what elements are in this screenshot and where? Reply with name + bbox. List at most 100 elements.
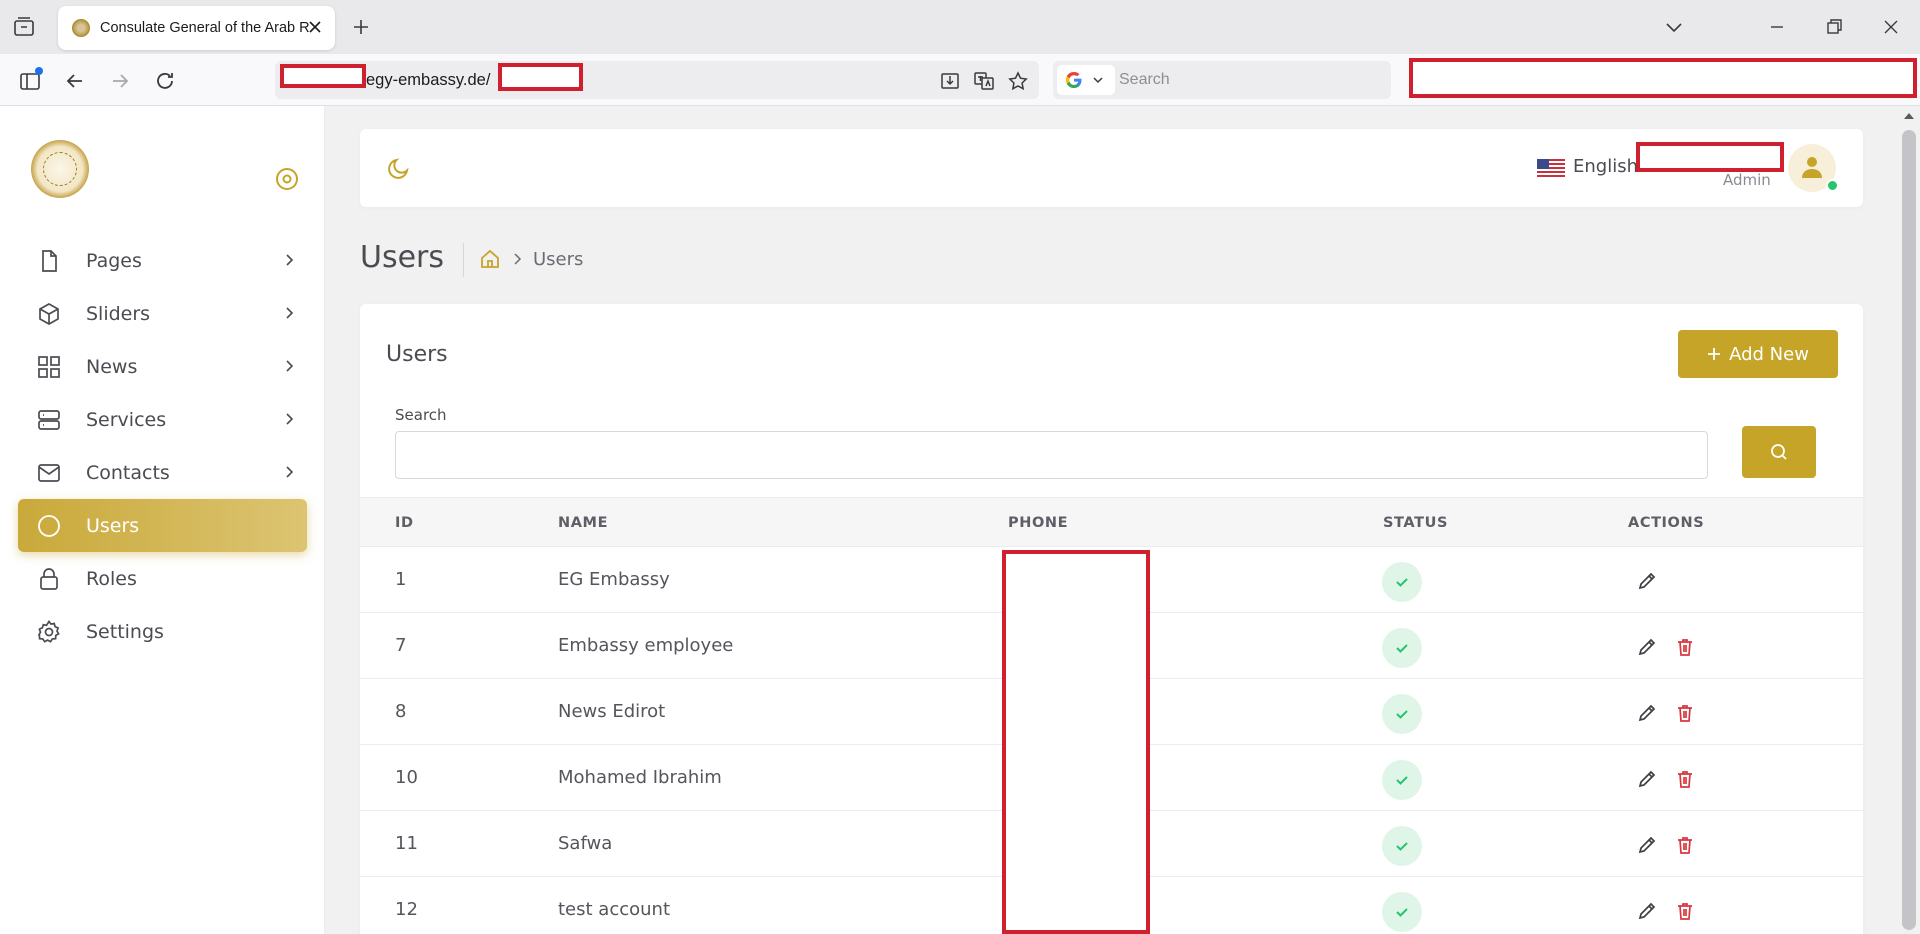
edit-pencil-icon[interactable]	[1636, 702, 1658, 724]
delete-trash-icon[interactable]	[1674, 900, 1696, 922]
chevron-right-icon	[286, 413, 294, 425]
cell-id: 7	[395, 635, 407, 656]
status-active-badge[interactable]	[1382, 760, 1422, 800]
search-icon	[1771, 444, 1787, 460]
tab-title: Consulate General of the Arab Republic o…	[100, 20, 310, 36]
check-icon	[1396, 578, 1408, 587]
cell-name: News Edirot	[558, 701, 666, 722]
edit-pencil-icon[interactable]	[1636, 900, 1658, 922]
box-icon	[39, 302, 59, 325]
sidebar-item-label: Contacts	[86, 461, 170, 484]
page-scrollbar[interactable]	[1898, 106, 1920, 934]
edit-pencil-icon[interactable]	[1636, 636, 1658, 658]
sidebar-item-services[interactable]: Services	[18, 393, 307, 446]
restore-icon[interactable]	[1823, 16, 1845, 38]
search-placeholder: Search	[1119, 71, 1170, 88]
sidebar-item-sliders[interactable]: Sliders	[18, 287, 307, 340]
new-tab-icon[interactable]	[350, 16, 372, 38]
notification-dot	[35, 67, 43, 75]
translate-icon[interactable]	[973, 70, 995, 92]
cell-name: Safwa	[558, 833, 613, 854]
chevron-right-icon	[286, 466, 294, 478]
sidebar-item-settings[interactable]: Settings	[18, 605, 307, 658]
delete-trash-icon[interactable]	[1674, 636, 1696, 658]
sidebar-item-news[interactable]: News	[18, 340, 307, 393]
chevron-right-icon	[286, 254, 294, 266]
delete-trash-icon[interactable]	[1674, 768, 1696, 790]
address-bar[interactable]: egy-embassy.de/	[275, 61, 1039, 99]
breadcrumb-chevron-icon	[514, 253, 522, 265]
reload-icon[interactable]	[153, 69, 177, 93]
search-label: Search	[395, 406, 447, 424]
download-page-icon[interactable]	[939, 70, 961, 92]
us-flag-icon[interactable]	[1537, 159, 1565, 179]
edit-pencil-icon[interactable]	[1636, 768, 1658, 790]
sidebar-item-label: Pages	[86, 249, 142, 272]
check-icon	[1396, 776, 1408, 785]
search-input[interactable]	[395, 431, 1708, 479]
sidebar-item-users[interactable]: Users	[18, 499, 307, 552]
status-active-badge[interactable]	[1382, 892, 1422, 932]
cell-id: 11	[395, 833, 418, 854]
bookmark-star-icon[interactable]	[1007, 70, 1029, 92]
add-new-button[interactable]: Add New	[1678, 330, 1838, 378]
language-selector[interactable]: English	[1573, 156, 1638, 177]
admin-sidebar: Pages Sliders News Services Contacts Use…	[0, 106, 325, 934]
cell-name: EG Embassy	[558, 569, 670, 590]
sidebar-item-label: Services	[86, 408, 167, 431]
chevron-down-icon	[1093, 77, 1103, 84]
browser-tab[interactable]: Consulate General of the Arab Republic o…	[58, 6, 335, 50]
server-icon	[38, 409, 60, 430]
status-active-badge[interactable]	[1382, 562, 1422, 602]
top-navbar: English Admin	[360, 129, 1863, 207]
url-text: egy-embassy.de/	[366, 71, 491, 89]
sidebar-collapse-icon[interactable]	[274, 166, 300, 192]
scrollbar-thumb[interactable]	[1902, 130, 1916, 930]
cell-name: Embassy employee	[558, 635, 734, 656]
column-header-id[interactable]: ID	[395, 515, 414, 531]
redacted-phone-column	[1002, 550, 1150, 934]
edit-pencil-icon[interactable]	[1636, 570, 1658, 592]
close-window-icon[interactable]	[1880, 16, 1902, 38]
sidebar-item-pages[interactable]: Pages	[18, 234, 307, 287]
redacted-toolbar-region	[1409, 58, 1917, 98]
delete-trash-icon[interactable]	[1674, 834, 1696, 856]
google-icon	[1066, 72, 1082, 88]
close-tab-icon[interactable]	[307, 19, 323, 35]
cell-id: 12	[395, 899, 418, 920]
dark-mode-toggle-icon[interactable]	[386, 155, 412, 181]
add-new-label: Add New	[1729, 343, 1809, 365]
lock-icon	[40, 567, 58, 590]
chevron-right-icon	[286, 307, 294, 319]
consulate-logo[interactable]	[31, 140, 89, 198]
edit-pencil-icon[interactable]	[1636, 834, 1658, 856]
check-icon	[1396, 710, 1408, 719]
sidebar-item-label: News	[86, 355, 138, 378]
tab-overflow-chevron-icon[interactable]	[1663, 16, 1685, 38]
minimize-icon[interactable]	[1766, 16, 1788, 38]
forward-icon[interactable]	[108, 69, 132, 93]
redacted-url-suffix	[498, 63, 583, 91]
search-button[interactable]	[1742, 426, 1816, 478]
status-active-badge[interactable]	[1382, 628, 1422, 668]
redacted-user-name	[1636, 142, 1784, 172]
page-title: Users	[360, 240, 445, 275]
user-icon	[1802, 157, 1822, 178]
status-active-badge[interactable]	[1382, 694, 1422, 734]
column-header-name[interactable]: NAME	[558, 515, 608, 531]
status-active-badge[interactable]	[1382, 826, 1422, 866]
tab-list-icon[interactable]	[12, 15, 36, 39]
home-icon[interactable]	[479, 248, 501, 270]
breadcrumb-divider	[463, 243, 464, 277]
column-header-status[interactable]: STATUS	[1383, 515, 1448, 531]
sidebar-item-contacts[interactable]: Contacts	[18, 446, 307, 499]
table-header: ID NAME PHONE STATUS ACTIONS	[360, 497, 1863, 547]
web-search-box[interactable]: Search	[1053, 61, 1391, 99]
back-icon[interactable]	[63, 69, 87, 93]
delete-trash-icon[interactable]	[1674, 702, 1696, 724]
browser-tab-bar: Consulate General of the Arab Republic o…	[0, 0, 1920, 54]
search-engine-selector[interactable]	[1057, 65, 1115, 95]
sidebar-item-roles[interactable]: Roles	[18, 552, 307, 605]
column-header-phone[interactable]: PHONE	[1008, 515, 1068, 531]
scroll-up-arrow-icon[interactable]	[1903, 110, 1915, 122]
